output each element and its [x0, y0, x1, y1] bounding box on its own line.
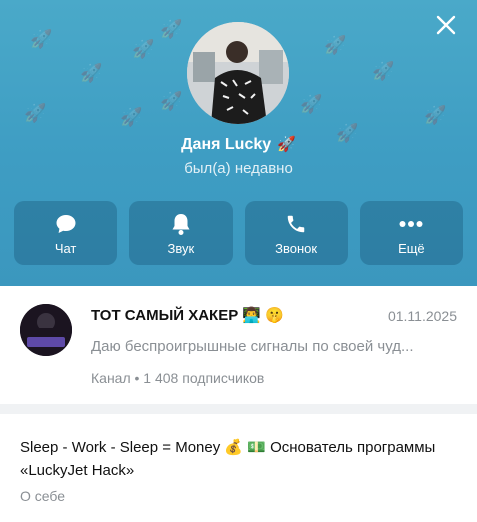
profile-header: 🚀 🚀 🚀 🚀 🚀 🚀 🚀 🚀 🚀 🚀 🚀 🚀 Даня Lucky 🚀 был(…	[0, 0, 477, 286]
phone-icon	[285, 211, 307, 237]
rocket-pattern-icon: 🚀	[160, 91, 183, 111]
chat-button[interactable]: Чат	[14, 201, 118, 265]
section-divider	[0, 404, 477, 414]
rocket-pattern-icon: 🚀	[160, 19, 183, 39]
rocket-pattern-icon: 🚀	[132, 39, 155, 59]
call-label: Звонок	[275, 240, 318, 256]
rocket-pattern-icon: 🚀	[30, 29, 53, 49]
about-text: Sleep - Work - Sleep = Money 💰 💵 Основат…	[20, 439, 436, 479]
rocket-pattern-icon: 🚀	[80, 63, 103, 83]
sound-button[interactable]: Звук	[129, 201, 233, 265]
sound-label: Звук	[167, 240, 195, 256]
channel-title: ТОТ САМЫЙ ХАКЕР 👨‍💻 🤫	[91, 307, 284, 324]
chat-label: Чат	[54, 240, 77, 256]
rocket-pattern-icon: 🚀	[372, 61, 395, 81]
more-label: Ещё	[398, 240, 425, 256]
channel-description: Даю беспроигрышные сигналы по своей чуд.…	[91, 338, 414, 355]
call-button[interactable]: Звонок	[244, 201, 348, 265]
close-icon[interactable]	[433, 12, 459, 38]
action-bar: Чат Звук Звонок Ещё	[14, 201, 463, 265]
channel-avatar[interactable]	[20, 304, 72, 356]
chat-icon	[54, 211, 78, 237]
bell-icon	[170, 211, 192, 237]
rocket-pattern-icon: 🚀	[424, 105, 447, 125]
avatar[interactable]	[187, 22, 289, 124]
rocket-icon: 🚀	[277, 136, 296, 153]
rocket-pattern-icon: 🚀	[300, 94, 323, 114]
channel-subscribers: Канал • 1 408 подписчиков	[91, 370, 265, 386]
profile-name-text: Даня Lucky	[181, 136, 272, 153]
rocket-pattern-icon: 🚀	[324, 35, 347, 55]
more-button[interactable]: Ещё	[359, 201, 463, 265]
more-icon	[399, 211, 423, 237]
channel-date: 01.11.2025	[387, 308, 457, 324]
rocket-pattern-icon: 🚀	[24, 103, 47, 123]
rocket-pattern-icon: 🚀	[120, 107, 143, 127]
about-label: О себе	[20, 488, 66, 504]
profile-name: Даня Lucky 🚀	[0, 135, 477, 154]
profile-status: был(а) недавно	[184, 160, 293, 177]
